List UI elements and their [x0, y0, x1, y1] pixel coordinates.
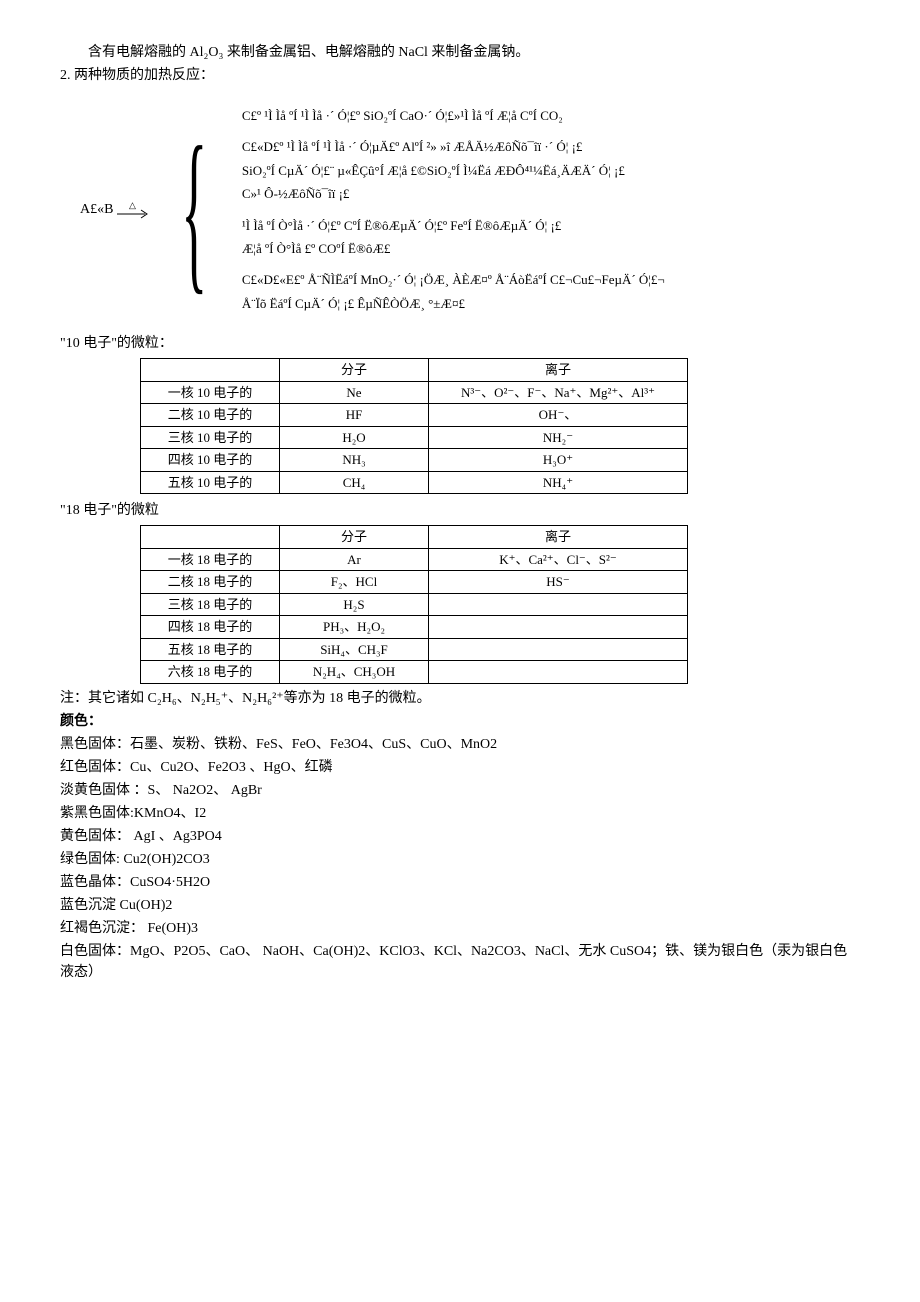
reaction-item: C£«D£º ¹Ì Ìå ºÍ ¹Ì Ìå ·´ Ó¦µÄ£º AlºÍ ²» … [242, 135, 665, 205]
color-line: 蓝色沉淀 Cu(OH)2 [60, 895, 860, 916]
color-line: 红褐色沉淀： Fe(OH)3 [60, 918, 860, 939]
table-10e: 分子 离子 一核 10 电子的NeN³⁻、O²⁻、F⁻、Na⁺、Mg²⁺、Al³… [140, 358, 688, 494]
arrow-triangle-icon: △ [117, 200, 147, 220]
t18-label: "18 电子"的微粒 [60, 500, 860, 521]
table-row: 一核 10 电子的NeN³⁻、O²⁻、F⁻、Na⁺、Mg²⁺、Al³⁺ [141, 381, 688, 404]
cell: 二核 10 电子的 [141, 404, 280, 427]
color-line: 红色固体：Cu、Cu2O、Fe2O3 、HgO、红磷 [60, 757, 860, 778]
cell: SiH₄、CH₃F [280, 638, 429, 661]
reaction-left: A£«B [80, 199, 113, 220]
table-row: 四核 18 电子的PH₃、H₂O₂ [141, 616, 688, 639]
cell: H₂S [280, 593, 429, 616]
table-row: 四核 10 电子的NH₃H₃O⁺ [141, 449, 688, 472]
cell: 五核 18 电子的 [141, 638, 280, 661]
cell: NH₂⁻ [429, 426, 688, 449]
cell: 分子 [280, 359, 429, 382]
cell: 三核 18 电子的 [141, 593, 280, 616]
color-line: 绿色固体: Cu2(OH)2CO3 [60, 849, 860, 870]
cell: 三核 10 电子的 [141, 426, 280, 449]
cell [429, 638, 688, 661]
cell: K⁺、Ca²⁺、Cl⁻、S²⁻ [429, 548, 688, 571]
cell: NH₃ [280, 449, 429, 472]
reaction-item: C£«D£«E£º Å¨ÑÌËáºÍ MnO₂·´ Ó¦ ¡ÖÆ¸ ÀÈÆ¤º … [242, 268, 665, 315]
t10-label: "10 电子"的微粒： [60, 333, 860, 354]
color-line: 淡黄色固体 ：S、 Na2O2、 AgBr [60, 780, 860, 801]
color-line: 紫黑色固体:KMnO4、I2 [60, 803, 860, 824]
color-line: 蓝色晶体：CuSO4·5H2O [60, 872, 860, 893]
cell: HS⁻ [429, 571, 688, 594]
cell: 四核 18 电子的 [141, 616, 280, 639]
point2-label: 2. 两种物质的加热反应： [60, 65, 860, 86]
table-row: 六核 18 电子的N₂H₄、CH₃OH [141, 661, 688, 684]
intro-line: 含有电解熔融的 Al₂O₃ 来制备金属铝、电解熔融的 NaCl 来制备金属钠。 [60, 42, 860, 63]
color-line: 白色固体：MgO、P2O5、CaO、 NaOH、Ca(OH)2、KClO3、KC… [60, 941, 860, 983]
brace-icon: { [182, 133, 208, 286]
cell: N³⁻、O²⁻、F⁻、Na⁺、Mg²⁺、Al³⁺ [429, 381, 688, 404]
cell [141, 526, 280, 549]
cell: 五核 10 电子的 [141, 471, 280, 494]
reaction-item: C£º ¹Ì Ìå ºÍ ¹Ì Ìå ·´ Ó¦£º SiO₂ºÍ CaO·´ … [242, 104, 665, 127]
brace-content: C£º ¹Ì Ìå ºÍ ¹Ì Ìå ·´ Ó¦£º SiO₂ºÍ CaO·´ … [242, 96, 665, 323]
cell: H₃O⁺ [429, 449, 688, 472]
cell: Ar [280, 548, 429, 571]
cell: F₂、HCl [280, 571, 429, 594]
table-row: 三核 10 电子的H₂ONH₂⁻ [141, 426, 688, 449]
reaction-block: A£«B △ { C£º ¹Ì Ìå ºÍ ¹Ì Ìå ·´ Ó¦£º SiO₂… [80, 96, 860, 323]
cell: 四核 10 电子的 [141, 449, 280, 472]
cell: 离子 [429, 526, 688, 549]
table-row: 二核 18 电子的F₂、HClHS⁻ [141, 571, 688, 594]
cell [429, 661, 688, 684]
cell: 分子 [280, 526, 429, 549]
triangle-icon: △ [129, 200, 136, 210]
color-line: 黄色固体： AgI 、Ag3PO4 [60, 826, 860, 847]
cell [429, 593, 688, 616]
colors-label: 颜色： [60, 711, 860, 732]
cell: 二核 18 电子的 [141, 571, 280, 594]
table-18e: 分子 离子 一核 18 电子的ArK⁺、Ca²⁺、Cl⁻、S²⁻ 二核 18 电… [140, 525, 688, 684]
table-row: 五核 18 电子的SiH₄、CH₃F [141, 638, 688, 661]
cell: 六核 18 电子的 [141, 661, 280, 684]
cell: CH₄ [280, 471, 429, 494]
cell: OH⁻、 [429, 404, 688, 427]
cell: H₂O [280, 426, 429, 449]
t18-note: 注：其它诸如 C₂H₆、N₂H₅⁺、N₂H₆²⁺等亦为 18 电子的微粒。 [60, 688, 860, 709]
cell [429, 616, 688, 639]
cell: 一核 10 电子的 [141, 381, 280, 404]
reaction-item: ¹Ì Ìå ºÍ Ò°Ìå ·´ Ó¦£º CºÍ Ë®ôÆµÄ´ Ó¦£º F… [242, 214, 665, 261]
color-line: 黑色固体：石墨、炭粉、铁粉、FeS、FeO、Fe3O4、CuS、CuO、MnO2 [60, 734, 860, 755]
table-row: 二核 10 电子的HFOH⁻、 [141, 404, 688, 427]
table-row: 一核 18 电子的ArK⁺、Ca²⁺、Cl⁻、S²⁻ [141, 548, 688, 571]
cell: N₂H₄、CH₃OH [280, 661, 429, 684]
table-row: 分子 离子 [141, 526, 688, 549]
cell: 离子 [429, 359, 688, 382]
cell: Ne [280, 381, 429, 404]
cell: HF [280, 404, 429, 427]
table-row: 五核 10 电子的CH₄NH₄⁺ [141, 471, 688, 494]
cell: 一核 18 电子的 [141, 548, 280, 571]
table-row: 三核 18 电子的H₂S [141, 593, 688, 616]
table-row: 分子 离子 [141, 359, 688, 382]
cell [141, 359, 280, 382]
cell: PH₃、H₂O₂ [280, 616, 429, 639]
cell: NH₄⁺ [429, 471, 688, 494]
